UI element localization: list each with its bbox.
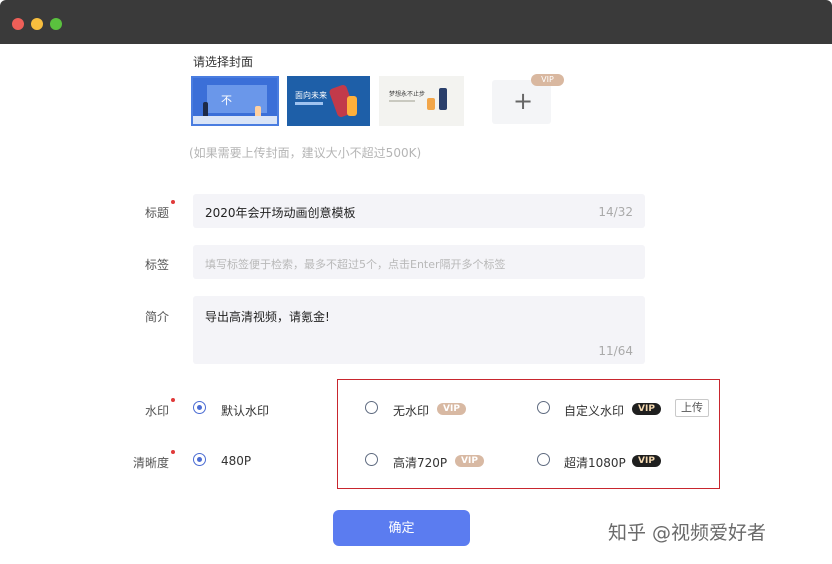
minimize-window-button[interactable] — [31, 18, 43, 30]
vip-badge: VIP — [531, 74, 564, 86]
maximize-window-button[interactable] — [50, 18, 62, 30]
title-label: 标题 — [144, 206, 169, 220]
intro-textarea-value: 导出高清视频，请氪金! — [205, 310, 330, 324]
close-window-button[interactable] — [12, 18, 24, 30]
thumbnail-figure — [439, 88, 447, 110]
confirm-button[interactable]: 确定 — [333, 510, 470, 546]
cover-upload-hint: (如果需要上传封面，建议大小不超过500K) — [189, 146, 422, 160]
tags-label: 标签 — [144, 258, 169, 272]
thumbnail-figure — [347, 96, 357, 116]
vip-options-highlight — [337, 379, 720, 489]
add-cover-button[interactable]: + — [492, 80, 551, 124]
tags-input[interactable]: 填写标签便于检索，最多不超过5个，点击Enter隔开多个标签 — [193, 245, 645, 279]
title-input-value: 2020年会开场动画创意模板 — [205, 206, 356, 220]
thumbnail-floor — [193, 116, 277, 124]
cover-thumbnail-2[interactable]: 面向未来 — [287, 76, 370, 126]
thumbnail-2-text: 面向未来 — [295, 91, 327, 100]
thumbnail-1-text: 不 — [221, 94, 232, 107]
tags-placeholder: 填写标签便于检索，最多不超过5个，点击Enter隔开多个标签 — [205, 258, 506, 271]
intro-label: 简介 — [144, 310, 169, 324]
required-dot — [171, 450, 175, 454]
intro-char-counter: 11/64 — [598, 344, 633, 358]
title-input[interactable]: 2020年会开场动画创意模板 14/32 — [193, 194, 645, 228]
cover-thumbnail-1-selected[interactable]: 不 — [191, 76, 279, 126]
watermark-label: 水印 — [144, 404, 169, 418]
480p-radio[interactable] — [193, 453, 206, 466]
required-dot — [171, 200, 175, 204]
thumbnail-bar — [389, 100, 415, 102]
thumbnail-figure — [427, 98, 435, 110]
title-char-counter: 14/32 — [598, 205, 633, 219]
default-watermark-label: 默认水印 — [221, 404, 270, 418]
required-dot — [171, 398, 175, 402]
intro-textarea[interactable]: 导出高清视频，请氪金! 11/64 — [193, 296, 645, 364]
plus-icon: + — [513, 87, 534, 115]
window-titlebar — [0, 0, 832, 44]
480p-label: 480P — [221, 454, 252, 468]
thumbnail-3-text: 梦想永不止步 — [389, 91, 426, 98]
zhihu-watermark: 知乎 @视频爱好者 — [608, 522, 767, 544]
resolution-label: 清晰度 — [132, 456, 169, 470]
thumbnail-bar — [295, 102, 323, 105]
cover-thumbnail-3[interactable]: 梦想永不止步 — [379, 76, 464, 126]
cover-section-title: 请选择封面 — [193, 55, 254, 69]
default-watermark-radio[interactable] — [193, 401, 206, 414]
